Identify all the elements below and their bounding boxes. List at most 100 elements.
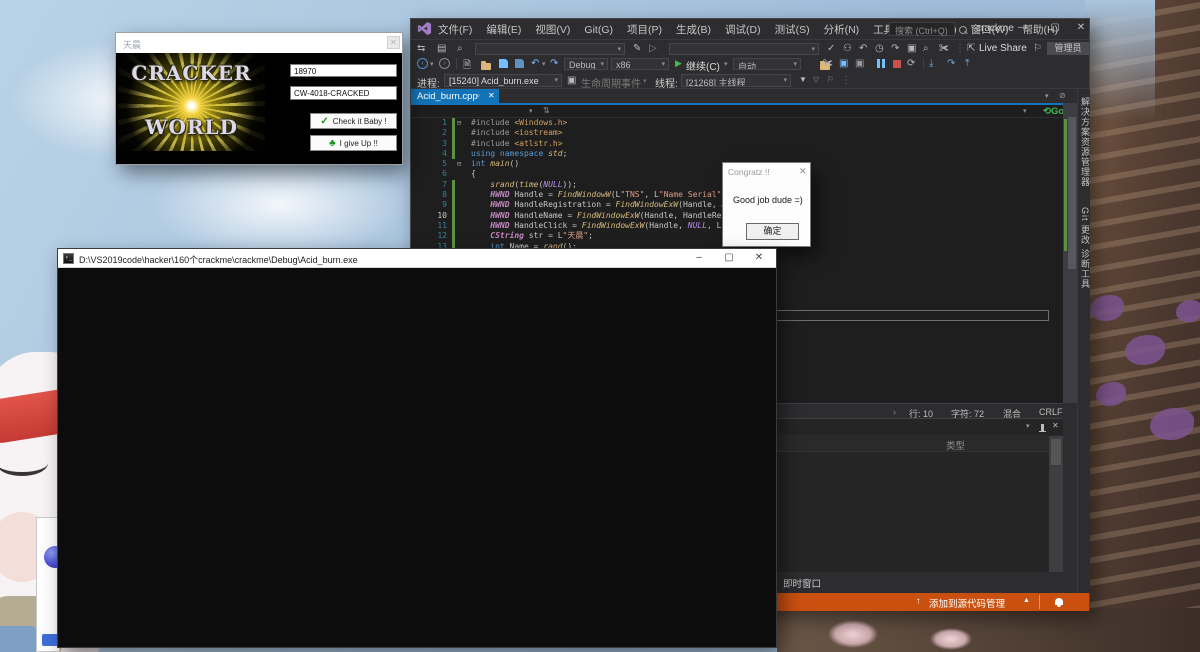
side-tab-0[interactable]: 解决方案资源管理器 xyxy=(1079,97,1092,187)
crackme-close-icon[interactable]: ✕ xyxy=(387,36,400,49)
find-icon[interactable]: ⌕ xyxy=(457,43,463,54)
dialog-ok-button[interactable]: 确定 xyxy=(746,223,799,240)
search-scope-combobox[interactable]: ▾ xyxy=(475,43,625,55)
filter-funnel-icon[interactable]: ▼ xyxy=(799,75,807,84)
menu-item-3[interactable]: Git(G) xyxy=(577,21,620,41)
stop-icon[interactable] xyxy=(893,60,901,68)
tabwell-chevron-down-icon[interactable]: ▾ xyxy=(1045,92,1049,100)
fold-marker-icon[interactable]: ⊟ xyxy=(457,118,461,128)
snapshot-all-icon[interactable]: ▣ xyxy=(855,58,864,69)
redo-history-icon[interactable]: ↷ xyxy=(891,43,899,54)
snapshot-icon[interactable]: ▣ xyxy=(839,58,848,69)
code-line-1[interactable]: 1⊟#include <Windows.h> xyxy=(411,118,1063,128)
save-all-icon[interactable] xyxy=(515,59,524,68)
crackme-titlebar[interactable]: 天晨 ✕ xyxy=(116,33,402,53)
panel-close-icon[interactable]: ✕ xyxy=(1052,421,1059,430)
back-icon[interactable]: ‹ xyxy=(417,58,428,69)
redo-icon[interactable]: ↷ xyxy=(550,58,558,69)
step-out-icon[interactable]: ⤒ xyxy=(965,58,969,69)
column-header-type[interactable]: 类型 xyxy=(946,438,965,452)
continue-play-icon[interactable]: ▶ xyxy=(675,58,682,69)
hot-reload-wrench-icon[interactable]: ✀ xyxy=(823,58,833,69)
forward-icon[interactable]: › xyxy=(439,58,450,69)
overflow-icon[interactable]: ⋮ xyxy=(841,75,851,86)
side-tab-1[interactable]: Git 更改 xyxy=(1079,207,1092,245)
undo-icon[interactable]: ↶ xyxy=(531,58,539,69)
console-maximize-icon[interactable]: ▢ xyxy=(722,251,736,265)
auto-combobox[interactable]: 自动▾ xyxy=(733,58,801,70)
tab-close-icon[interactable]: ✕ xyxy=(488,91,495,100)
navigate-icon[interactable]: ⇆ xyxy=(417,43,425,54)
search-icon[interactable] xyxy=(959,26,967,34)
task-check-icon[interactable]: ✓ xyxy=(827,43,835,54)
lifecycle-events-button[interactable]: 生命周期事件 xyxy=(581,75,641,90)
process-combobox[interactable]: [15240] Acid_burn.exe▾ xyxy=(444,74,562,87)
side-tab-2[interactable]: 诊断工具 xyxy=(1079,249,1092,289)
panel-scrollbar-thumb[interactable] xyxy=(1051,439,1061,465)
continue-button[interactable]: 继续(C) xyxy=(686,58,720,73)
restart-icon[interactable]: ⟳ xyxy=(907,58,915,69)
live-share-label[interactable]: Live Share xyxy=(979,43,1027,54)
feedback-comment-icon[interactable]: ▤ xyxy=(437,43,446,54)
settings-wrench-icon[interactable]: ✀ xyxy=(939,43,949,54)
name-field[interactable] xyxy=(290,86,397,100)
menu-item-6[interactable]: 调试(D) xyxy=(718,19,768,39)
feedback-flag-icon[interactable]: ⚐ xyxy=(1033,43,1042,54)
vs-minimize-icon[interactable]: — xyxy=(1016,22,1030,33)
vs-maximize-icon[interactable]: ▢ xyxy=(1048,22,1062,33)
scc-chevron-up-icon[interactable]: ▲ xyxy=(1023,597,1030,604)
nav-chevron-down-icon[interactable]: ▾ xyxy=(1023,107,1027,115)
add-user-icon[interactable]: ⚇ xyxy=(843,43,852,54)
menu-item-4[interactable]: 项目(P) xyxy=(620,19,669,39)
give-up-button[interactable]: ♣ I give Up !! xyxy=(310,135,397,151)
scrollbar-thumb[interactable] xyxy=(1068,117,1076,269)
step-into-icon[interactable]: ⤓ xyxy=(929,58,933,69)
open-folder-icon[interactable] xyxy=(481,63,491,70)
tabwell-options-icon[interactable]: ⊘ xyxy=(1059,91,1066,100)
dialog-close-icon[interactable]: ✕ xyxy=(799,166,807,177)
menu-item-7[interactable]: 测试(S) xyxy=(768,19,817,39)
code-line-2[interactable]: 2#include <iostream> xyxy=(411,128,1063,138)
fold-marker-icon[interactable]: ⊟ xyxy=(457,159,461,169)
edit-pencil-icon[interactable]: ✎ xyxy=(633,43,641,54)
undo-history-icon[interactable]: ↶ xyxy=(859,43,867,54)
live-share-icon[interactable]: ⇱ xyxy=(967,43,975,54)
pause-icon[interactable] xyxy=(877,59,885,68)
step-over-icon[interactable]: ↷ xyxy=(947,58,955,69)
console-titlebar[interactable]: ›_ D:\VS2019code\hacker\160个crackme\crac… xyxy=(58,249,776,268)
code-line-4[interactable]: 4using namespace std; xyxy=(411,149,1063,159)
run-gray-icon[interactable]: ▷ xyxy=(649,43,657,54)
menu-item-8[interactable]: 分析(N) xyxy=(817,19,867,39)
history-clock-icon[interactable]: ◷ xyxy=(875,43,884,54)
menu-item-2[interactable]: 视图(V) xyxy=(528,19,577,39)
save-icon[interactable] xyxy=(499,59,508,68)
flag-filter-icon[interactable]: ⚐ xyxy=(827,75,834,84)
tab-acid-burn-cpp[interactable]: Acid_burn.cpp ◦ ✕ xyxy=(411,89,499,103)
go-live-indicator[interactable]: ⟲Go xyxy=(1043,106,1064,117)
scope-chevron-down-icon[interactable]: ▾ xyxy=(529,107,533,115)
back-chevron-down-icon[interactable]: ▾ xyxy=(430,60,434,68)
configuration-combobox[interactable]: Debug▾ xyxy=(564,58,608,70)
thread-combobox[interactable]: [21268] 主线程▾ xyxy=(681,74,791,87)
pin-icon[interactable] xyxy=(1041,424,1044,431)
startup-item-combobox[interactable]: ▾ xyxy=(669,43,819,55)
undo-chevron-down-icon[interactable]: ▾ xyxy=(542,60,546,68)
serial-field[interactable] xyxy=(290,64,397,77)
find-in-files-icon[interactable]: ⌕ xyxy=(923,43,929,54)
console-output-area[interactable] xyxy=(58,268,776,647)
panel-tab-immediate-window[interactable]: 即时窗口 xyxy=(783,576,821,590)
lifecycle-chevron-down-icon[interactable]: ▾ xyxy=(643,77,647,85)
notifications-bell-icon[interactable] xyxy=(1055,598,1063,605)
editor-scrollbar[interactable] xyxy=(1063,103,1077,403)
menu-item-0[interactable]: 文件(F) xyxy=(431,19,479,39)
console-minimize-icon[interactable]: – xyxy=(692,251,706,265)
vs-close-icon[interactable]: ✕ xyxy=(1074,22,1088,33)
add-to-source-control-button[interactable]: 添加到源代码管理 xyxy=(929,596,1005,610)
admin-badge[interactable]: 管理员 xyxy=(1047,42,1089,55)
overflow-icon[interactable]: ⋮ xyxy=(955,43,965,54)
search-input[interactable]: 搜索 (Ctrl+Q) xyxy=(889,22,955,36)
check-it-baby-button[interactable]: ✓ Check it Baby ! xyxy=(310,113,397,129)
platform-combobox[interactable]: x86▾ xyxy=(611,58,669,70)
solution-name-label[interactable]: crackme xyxy=(976,23,1014,34)
console-close-icon[interactable]: ✕ xyxy=(752,251,766,265)
